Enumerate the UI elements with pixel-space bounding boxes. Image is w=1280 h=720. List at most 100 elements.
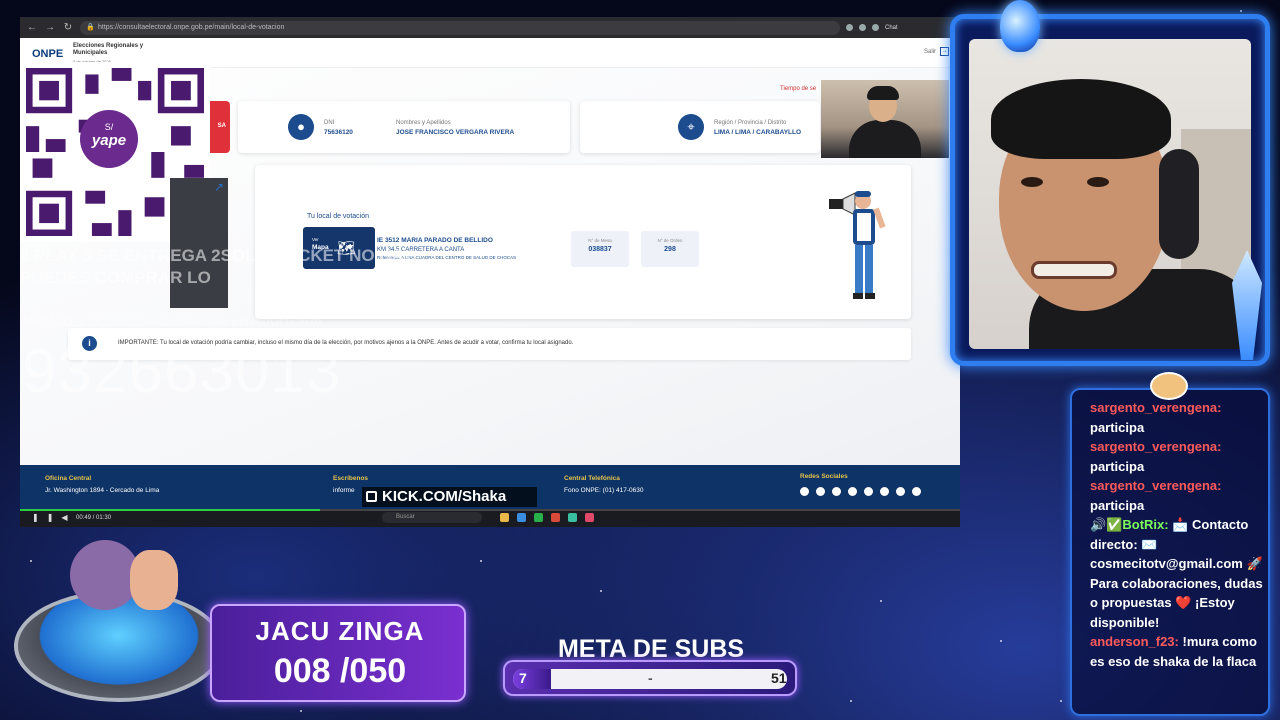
logout-icon[interactable]: → [940, 47, 949, 56]
taskbar-icons [500, 513, 594, 522]
chat-message: sargento_verengena: participa [1090, 437, 1266, 476]
instagram-icon[interactable] [832, 487, 841, 496]
chat-text: participa [1090, 497, 1145, 513]
region-card: ⌖ Región / Provincia / Distrito LIMA / L… [580, 101, 820, 153]
streamer-webcam-frame [950, 14, 1270, 366]
chat-text: participa [1090, 458, 1145, 474]
table-number-box: N° de Mesa 038837 [571, 231, 629, 267]
reload-icon[interactable]: ↻ [62, 22, 74, 33]
headphones [1159, 149, 1199, 259]
chat-username[interactable]: sargento_verengena: [1090, 400, 1222, 415]
kick-channel-banner: KICK.COM/Shaka [362, 487, 537, 507]
phone-number: 932663013 [22, 337, 342, 406]
session-timer: Tiempo de se [780, 86, 817, 92]
voter-card: ● DNI 75636120 Nombres y Apellidos JOSE … [238, 101, 570, 153]
girl-mascot [130, 550, 178, 610]
table-number-label: N° de Mesa [588, 238, 612, 243]
stream-overlay: ← → ↻ 🔒 https://consultaelectoral.onpe.g… [0, 0, 1280, 720]
table-number-value: 038837 [588, 246, 612, 253]
crystal-ornament [1000, 0, 1040, 52]
social-links [800, 487, 921, 496]
chat-panel: sargento_verengena: participa sargento_ve… [1070, 388, 1270, 716]
location-pin-icon: ⌖ [678, 114, 704, 140]
chat-username[interactable]: sargento_verengena: [1090, 478, 1222, 493]
linkedin-icon[interactable] [912, 487, 921, 496]
chat-message: sargento_verengena: participa [1090, 476, 1266, 515]
kick-icon [366, 491, 377, 502]
footer-office-heading: Oficina Central [45, 475, 92, 482]
chat-username[interactable]: sargento_verengena: [1090, 439, 1222, 454]
threads-icon[interactable] [880, 487, 889, 496]
facebook-icon[interactable] [800, 487, 809, 496]
yape-logo: S/ yape [80, 110, 138, 168]
region-label: Región / Provincia / Distrito [714, 120, 787, 126]
chat-message: 🔊✅BotRix: 📩 Contacto directo: ✉️ cosmeci… [1090, 515, 1266, 632]
footer-office-address: Jr. Washington 1894 - Cercado de Lima [45, 487, 160, 494]
browser-toolbar: ← → ↻ 🔒 https://consultaelectoral.onpe.g… [20, 17, 960, 38]
chat-messages: sargento_verengena: participa sargento_ve… [1090, 398, 1266, 671]
address-bar[interactable]: 🔒 https://consultaelectoral.onpe.gob.pe/… [80, 20, 840, 35]
jacuzzi-title: JACU ZINGA [255, 616, 425, 646]
video-progress[interactable] [20, 509, 960, 511]
chrome-icon[interactable] [551, 513, 560, 522]
promo-text-secondary: JACUZZI Y SQUIRTZ DE VENECIA EN AUDITORI… [20, 313, 323, 328]
chat-username[interactable]: anderson_f23: [1090, 634, 1179, 649]
region-value: LIMA / LIMA / CARABAYLLO [714, 129, 802, 136]
staff-illustration [829, 191, 886, 299]
footer-social-heading: Redes Sociales [800, 473, 848, 480]
footer-write-heading: Escríbenos [333, 475, 369, 482]
kick-url: KICK.COM/Shaka [382, 488, 507, 505]
extension-icon[interactable] [846, 24, 853, 31]
app-icon[interactable] [534, 513, 543, 522]
sub-goal-separator: - [648, 670, 653, 686]
tiktok-icon[interactable] [848, 487, 857, 496]
edge-icon[interactable] [517, 513, 526, 522]
hamster-mascot [1150, 372, 1188, 400]
profile-icon[interactable] [872, 24, 879, 31]
chat-username[interactable]: 🔊✅BotRix: [1090, 517, 1169, 532]
folder-icon[interactable] [500, 513, 509, 522]
back-icon[interactable]: ← [26, 22, 38, 33]
taskbar-search[interactable]: Buscar [382, 512, 482, 523]
polling-place-title: Tu local de votación [307, 213, 369, 220]
order-number-value: 298 [664, 246, 676, 253]
yape-brand: yape [91, 132, 127, 149]
spotify-icon[interactable] [896, 487, 905, 496]
forward-icon[interactable]: → [44, 22, 56, 33]
chat-text: participa [1090, 419, 1145, 435]
jacuzzi-counter-panel: JACU ZINGA 008 /050 [210, 604, 466, 702]
chat-button[interactable]: Chat [885, 25, 898, 31]
dni-value: 75636120 [324, 129, 353, 136]
app-icon[interactable] [585, 513, 594, 522]
footer-phone: Fono ONPE: (01) 417-0630 [564, 487, 644, 494]
onpe-logo[interactable]: ONPE [32, 48, 63, 60]
x-icon[interactable] [864, 487, 873, 496]
polling-place-name: IE 3512 MARIA PARADO DE BELLIDO [377, 237, 493, 244]
chat-text: 📩 Contacto directo: ✉️ cosmecitotv@gmail… [1090, 517, 1263, 630]
order-number-box: N° de Orden 298 [641, 231, 699, 267]
expand-icon[interactable]: ↗ [214, 180, 224, 194]
youtube-icon[interactable] [816, 487, 825, 496]
app-icon[interactable] [568, 513, 577, 522]
footer-phone-heading: Central Telefónica [564, 475, 620, 482]
promo-text: 2 PLAY 5 SE ENTREGA 2SOLES TICKET NO HAY… [20, 246, 414, 287]
extension-icon[interactable] [859, 24, 866, 31]
chat-message: sargento_verengena: participa [1090, 398, 1266, 437]
sub-goal-current: 7 [519, 670, 527, 686]
user-icon: ● [288, 114, 314, 140]
logout-link[interactable]: Salir [924, 49, 936, 55]
name-label: Nombres y Apellidos [396, 120, 451, 126]
polling-place-card: Tu local de votación Ver Mapa 🗺 IE 3512 … [255, 165, 911, 319]
chat-message: anderson_f23: !mura como es eso de shaka… [1090, 632, 1266, 671]
election-title: Elecciones Regionales y Municipales [73, 43, 144, 56]
guest-webcam [821, 80, 949, 158]
name-value: JOSE FRANCISCO VERGARA RIVERA [396, 129, 515, 136]
lock-icon: 🔒 [86, 23, 95, 31]
dni-label: DNI [324, 120, 335, 126]
play-pause-icon[interactable]: ❚❚◀ [32, 513, 76, 522]
streamer-webcam [969, 39, 1251, 349]
yape-currency: S/ [104, 122, 114, 132]
url-text: https://consultaelectoral.onpe.gob.pe/ma… [98, 23, 285, 31]
video-player-bar: ❚❚◀ 00:49 / 01:30 Buscar [20, 509, 960, 527]
footer-write-link[interactable]: informe [333, 487, 355, 494]
